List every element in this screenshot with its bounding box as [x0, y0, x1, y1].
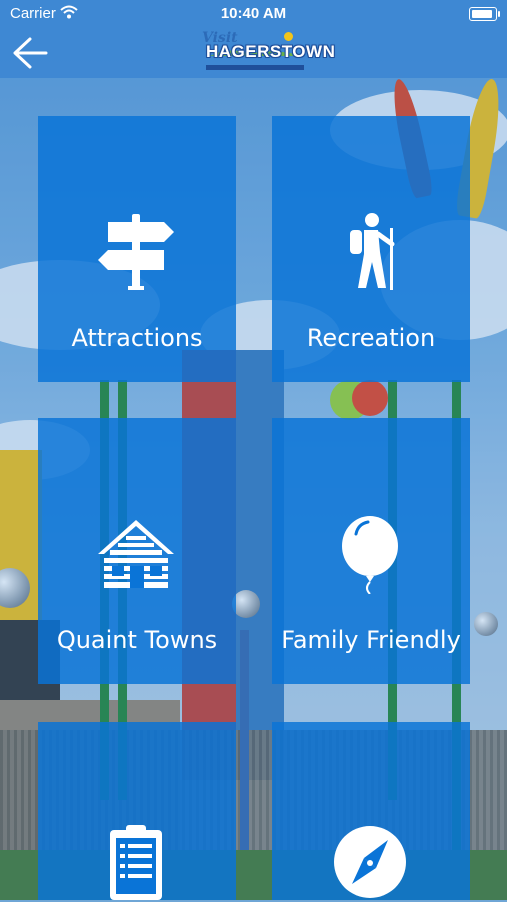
status-bar: Carrier 10:40 AM	[0, 0, 507, 28]
tile-family-friendly[interactable]: Family Friendly	[272, 418, 470, 684]
tile-label: Attractions	[71, 324, 203, 352]
tile-recreation[interactable]: Recreation	[272, 116, 470, 382]
battery-icon	[469, 7, 500, 21]
compass-icon	[334, 826, 406, 898]
balloon-icon	[342, 516, 398, 594]
tile-label: Family Friendly	[281, 626, 461, 654]
tile-label: Recreation	[306, 324, 436, 352]
logo-underline	[206, 65, 304, 70]
tile-quaint-towns[interactable]: Quaint Towns	[38, 418, 236, 684]
back-button[interactable]	[10, 36, 50, 70]
signpost-icon	[98, 214, 174, 290]
tile-label: Quaint Towns	[56, 626, 218, 654]
logo-name-text: HAGERSTOWN	[206, 42, 336, 61]
tile-itinerary[interactable]	[38, 722, 236, 900]
cabin-icon	[98, 520, 174, 588]
tile-explore[interactable]	[272, 722, 470, 900]
back-arrow-icon	[13, 37, 48, 69]
hiker-icon	[350, 213, 395, 290]
tile-attractions[interactable]: Attractions	[38, 116, 236, 382]
sun-graphic	[284, 32, 293, 41]
status-time: 10:40 AM	[220, 5, 287, 22]
visit-hagerstown-logo: Visit HAGERSTOWN	[200, 28, 335, 74]
clipboard-checklist-icon	[110, 825, 162, 900]
